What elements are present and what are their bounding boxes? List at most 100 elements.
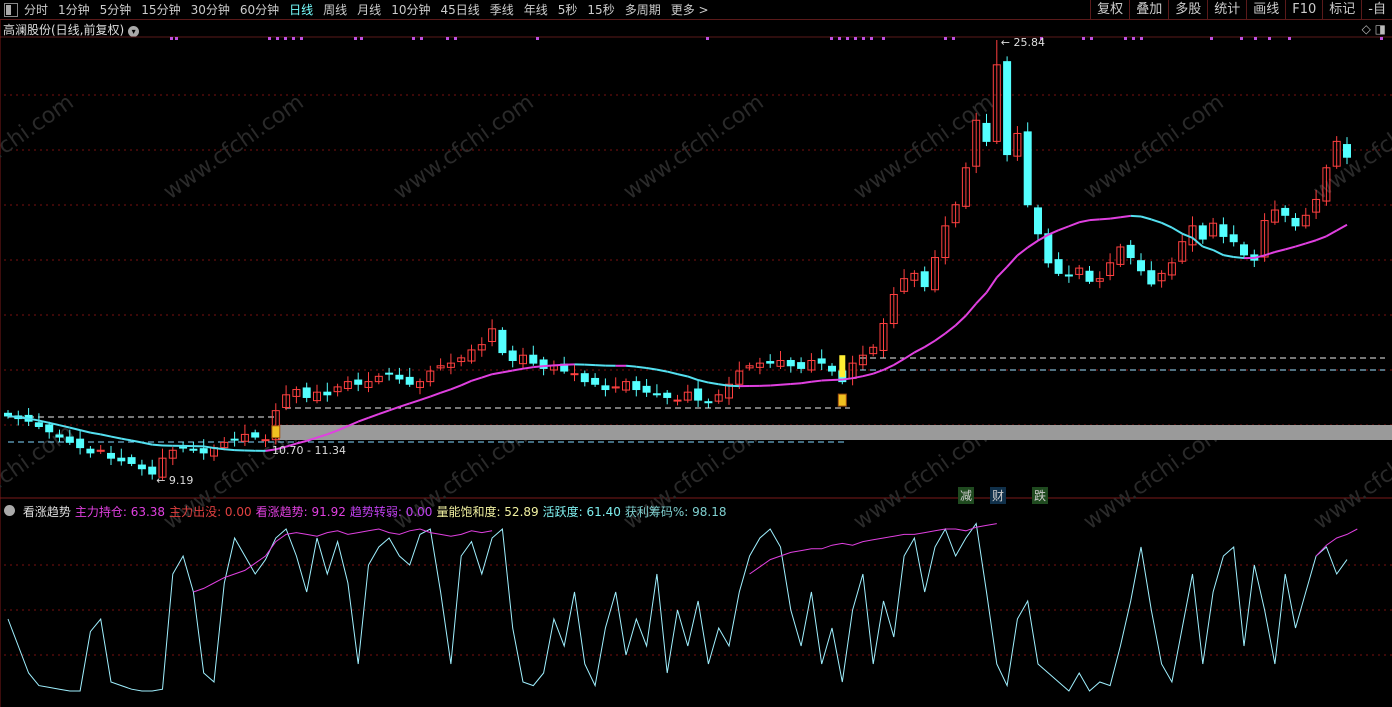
moving-average-segment xyxy=(790,382,802,385)
signal-dot xyxy=(1380,37,1383,40)
candle-body xyxy=(323,391,332,396)
candle xyxy=(1229,225,1238,247)
moving-average-segment xyxy=(636,365,647,370)
candle xyxy=(776,350,785,369)
signal-text: 财 xyxy=(992,489,1005,503)
candle-body xyxy=(1023,131,1032,206)
candlestick-chart[interactable]: www.cfchi.com www.cfchi.com www.cfchi.com w… xyxy=(0,0,1392,707)
watermark: www.cfchi.com xyxy=(389,90,538,205)
moving-average-segment xyxy=(1047,229,1059,236)
candle-body xyxy=(76,438,85,449)
candle xyxy=(549,360,558,375)
signal-dot xyxy=(1210,37,1213,40)
moving-average-segment xyxy=(954,314,967,327)
signal-dot xyxy=(1254,37,1257,40)
candle xyxy=(1219,217,1228,244)
moving-average-segment xyxy=(1016,246,1029,257)
moving-average-segment xyxy=(1295,242,1307,248)
candle-body xyxy=(580,373,589,383)
candle xyxy=(1126,240,1135,265)
signal-dot xyxy=(1082,37,1085,40)
candle xyxy=(1054,252,1063,277)
candle xyxy=(931,250,939,293)
range-label: 10.70 - 11.34 xyxy=(272,444,346,457)
candle-body xyxy=(652,393,661,396)
candle xyxy=(1106,253,1115,281)
candle xyxy=(817,349,826,370)
candle-body xyxy=(632,381,641,391)
indicator-value: 活跃度: 61.40 xyxy=(542,505,621,519)
moving-average-segment xyxy=(1120,214,1131,219)
candle-body xyxy=(570,373,579,376)
moving-average-segment xyxy=(883,364,895,371)
cost-band xyxy=(278,425,1392,440)
moving-average-segment xyxy=(1284,245,1296,251)
moving-average-segment xyxy=(1305,239,1317,245)
moving-average-segment xyxy=(1274,248,1286,253)
moving-average-segment xyxy=(1109,216,1121,220)
moving-average-segment xyxy=(1171,226,1183,235)
moving-average-segment xyxy=(687,375,699,381)
candle-body xyxy=(199,448,208,454)
moving-average-segment xyxy=(90,431,101,436)
candle-body xyxy=(117,457,126,462)
candle xyxy=(364,372,373,393)
signal-dot xyxy=(1140,37,1143,40)
candle xyxy=(766,354,775,368)
moving-average-segment xyxy=(862,372,874,378)
signal-dot xyxy=(870,37,873,40)
moving-average-segment xyxy=(1223,254,1234,258)
candle xyxy=(323,382,332,402)
candle xyxy=(725,376,733,405)
moving-average-segment xyxy=(821,379,833,382)
moving-average-segment xyxy=(965,302,977,317)
moving-average-segment xyxy=(543,364,554,368)
moving-average-segment xyxy=(996,266,1008,279)
moving-average-segment xyxy=(460,379,472,387)
candle-body xyxy=(1281,207,1290,216)
candle-body xyxy=(1229,234,1238,243)
moving-average-segment xyxy=(481,373,493,379)
moving-average-segment xyxy=(677,373,689,378)
candle xyxy=(642,378,651,397)
candle-body xyxy=(230,438,239,441)
candle-body xyxy=(189,448,198,451)
candle xyxy=(848,355,857,386)
candle-body xyxy=(1054,259,1063,274)
signal-dot xyxy=(175,37,178,40)
candle xyxy=(477,337,486,357)
watermark: www.cfchi.com xyxy=(0,90,79,205)
moving-average-segment xyxy=(378,409,390,416)
signal-dot xyxy=(838,37,841,40)
moving-average-segment xyxy=(934,332,946,342)
moving-average-segment xyxy=(471,376,483,382)
indicator-menu-icon[interactable] xyxy=(4,505,15,516)
candle xyxy=(828,363,836,376)
signal-dot xyxy=(360,37,363,40)
signal-text: 减 xyxy=(960,489,973,503)
candle-body xyxy=(529,354,538,364)
candle xyxy=(735,361,744,390)
moving-average-segment xyxy=(697,379,709,384)
moving-average-segment xyxy=(1202,245,1214,251)
candle xyxy=(457,354,466,367)
candle xyxy=(786,357,795,373)
moving-average-segment xyxy=(79,429,91,434)
moving-average-segment xyxy=(213,447,225,451)
candle xyxy=(1240,241,1248,258)
moving-average-segment xyxy=(852,375,864,380)
candle-body xyxy=(148,466,157,475)
moving-average-segment xyxy=(800,380,812,385)
candle-body xyxy=(766,361,775,364)
signal-dot xyxy=(354,37,357,40)
signal-dot xyxy=(1240,37,1243,40)
moving-average-segment xyxy=(110,435,122,440)
moving-average-segment xyxy=(522,366,534,370)
candle xyxy=(240,424,249,447)
candle xyxy=(632,376,641,397)
candle xyxy=(714,389,723,404)
candle-body xyxy=(302,387,311,398)
moving-average-segment xyxy=(69,426,81,432)
candle xyxy=(611,377,620,393)
indicator-value: 看涨趋势: 91.92 xyxy=(255,505,346,519)
